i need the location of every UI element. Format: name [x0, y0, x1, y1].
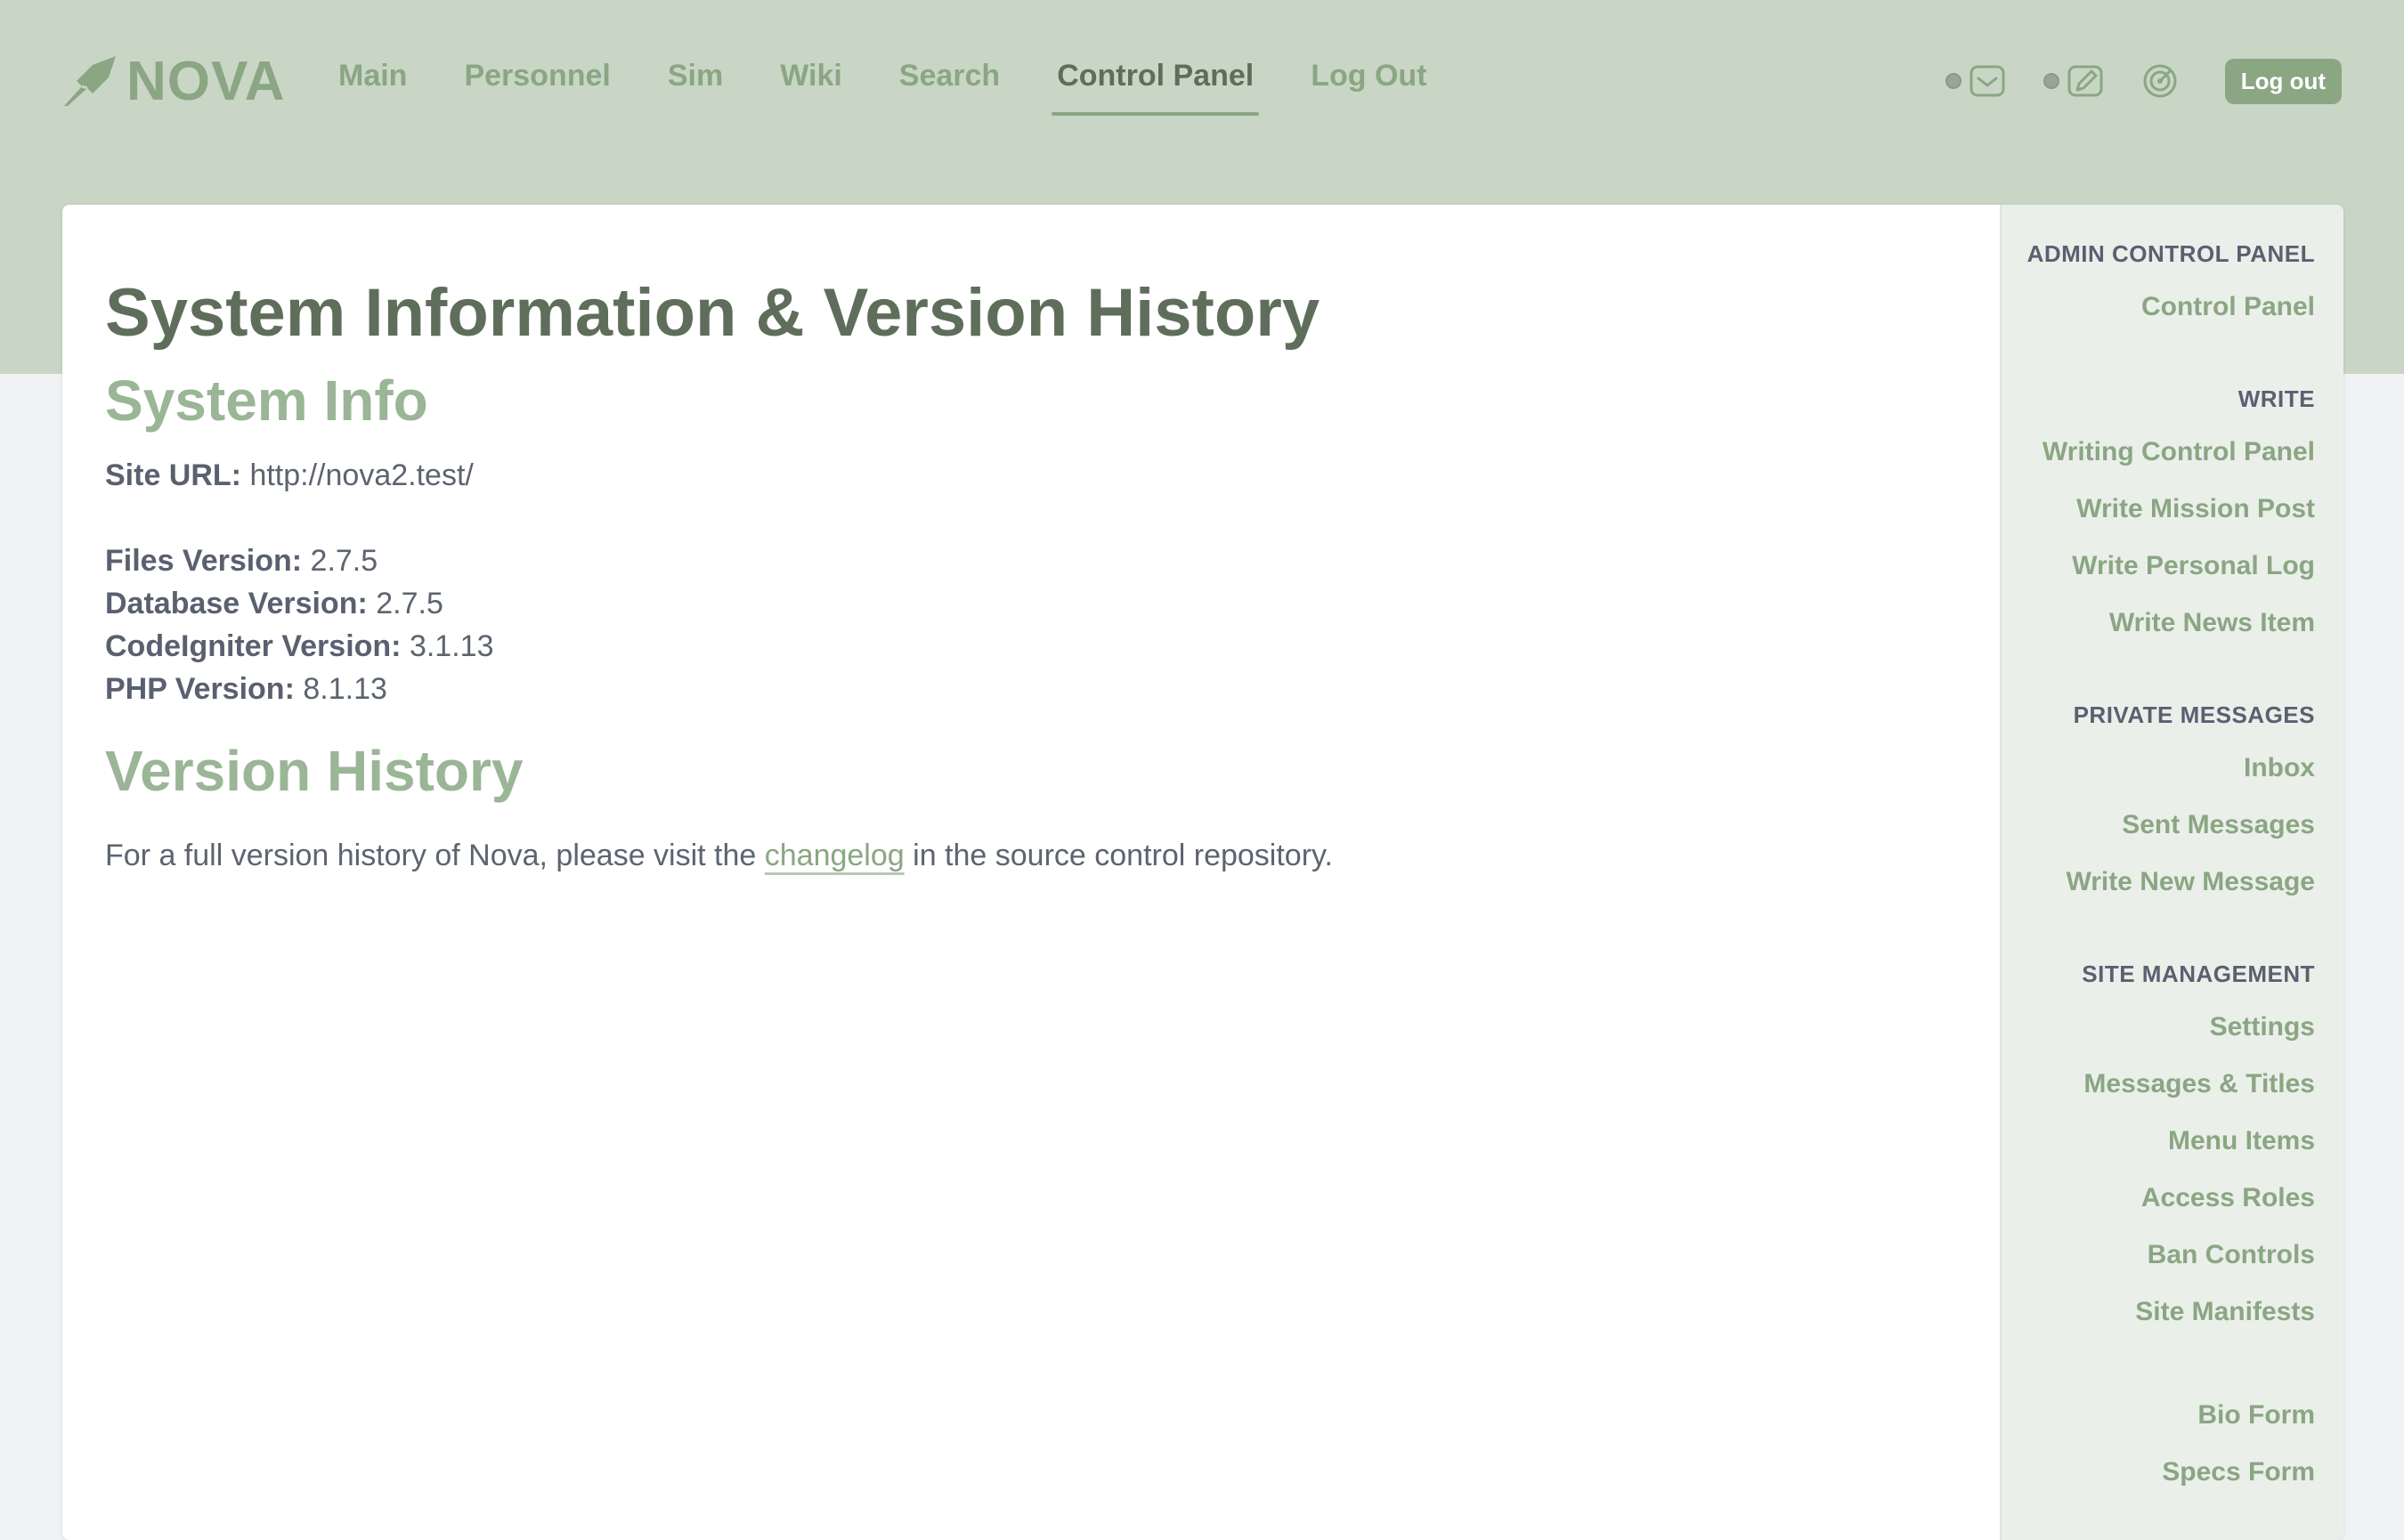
sidebar-group-write: WRITE Writing Control Panel Write Missio… [2002, 385, 2315, 641]
sidebar-heading-private-messages: PRIVATE MESSAGES [2073, 701, 2315, 728]
admin-sidebar: ADMIN CONTROL PANEL Control Panel WRITE … [2000, 205, 2343, 1540]
sidebar-group-admin: ADMIN CONTROL PANEL Control Panel [2002, 240, 2315, 325]
files-version-value: 2.7.5 [310, 544, 378, 579]
sidebar-item-settings[interactable]: Settings [2002, 1009, 2315, 1045]
sidebar-item-ban-controls[interactable]: Ban Controls [2002, 1237, 2315, 1273]
sidebar-item-bio-form[interactable]: Bio Form [2002, 1398, 2315, 1433]
logout-button[interactable]: Log out [2224, 58, 2342, 104]
write-icon[interactable] [2067, 62, 2104, 100]
site-url-row: Site URL: http://nova2.test/ [105, 454, 1955, 497]
version-history-text-after: in the source control repository. [904, 839, 1333, 873]
main-nav: Main Personnel Sim Wiki Search Control P… [338, 52, 1484, 118]
codeigniter-version-label: CodeIgniter Version: [105, 629, 402, 664]
inbox-icon[interactable] [1969, 62, 2006, 100]
sidebar-item-specs-form[interactable]: Specs Form [2002, 1455, 2315, 1490]
sidebar-heading-write: WRITE [2238, 385, 2315, 412]
sidebar-group-private-messages: PRIVATE MESSAGES Inbox Sent Messages Wri… [2002, 701, 2315, 900]
database-version-label: Database Version: [105, 587, 368, 621]
inbox-status-dot [1945, 73, 1961, 89]
sidebar-item-write-news-item[interactable]: Write News Item [2002, 605, 2315, 641]
site-url-value: http://nova2.test/ [249, 458, 474, 493]
user-tools: Log out [1945, 58, 2342, 104]
nav-search[interactable]: Search [899, 52, 1000, 105]
radar-icon[interactable] [2141, 62, 2179, 100]
main-card: System Information & Version History Sys… [62, 205, 2343, 1540]
php-version-label: PHP Version: [105, 672, 295, 707]
page-title: System Information & Version History [105, 275, 1320, 351]
sidebar-item-inbox[interactable]: Inbox [2002, 750, 2315, 786]
system-info-heading: System Info [105, 368, 428, 433]
files-version-label: Files Version: [105, 544, 303, 579]
version-history-text: For a full version history of Nova, plea… [105, 834, 1955, 877]
codeigniter-version-row: CodeIgniter Version: 3.1.13 [105, 625, 1955, 668]
sidebar-item-menu-items[interactable]: Menu Items [2002, 1123, 2315, 1159]
nav-wiki[interactable]: Wiki [780, 52, 842, 105]
codeigniter-version-value: 3.1.13 [409, 629, 494, 664]
changelog-link[interactable]: changelog [765, 839, 905, 872]
sidebar-heading-site-management: SITE MANAGEMENT [2082, 960, 2315, 987]
sidebar-item-messages-titles[interactable]: Messages & Titles [2002, 1066, 2315, 1102]
sidebar-item-write-mission-post[interactable]: Write Mission Post [2002, 491, 2315, 527]
sidebar-heading-admin: ADMIN CONTROL PANEL [2026, 240, 2315, 267]
sidebar-item-site-manifests[interactable]: Site Manifests [2002, 1294, 2315, 1330]
nav-log-out[interactable]: Log Out [1311, 52, 1426, 105]
sidebar-item-sent-messages[interactable]: Sent Messages [2002, 807, 2315, 843]
nova-logo-icon [64, 56, 116, 106]
database-version-row: Database Version: 2.7.5 [105, 582, 1955, 625]
nav-control-panel[interactable]: Control Panel [1052, 52, 1260, 116]
version-history-heading: Version History [105, 739, 524, 804]
write-status-dot [2043, 73, 2059, 89]
sidebar-item-writing-control-panel[interactable]: Writing Control Panel [2002, 434, 2315, 470]
nova-logo[interactable]: NOVA [61, 50, 286, 112]
main-content: System Information & Version History Sys… [62, 205, 1998, 1540]
nav-sim[interactable]: Sim [668, 52, 723, 105]
site-url-label: Site URL: [105, 458, 241, 493]
sidebar-group-site-management: SITE MANAGEMENT Settings Messages & Titl… [2002, 960, 2315, 1330]
sidebar-item-write-personal-log[interactable]: Write Personal Log [2002, 548, 2315, 584]
brand-name: NOVA [126, 50, 286, 112]
php-version-value: 8.1.13 [303, 672, 387, 707]
files-version-row: Files Version: 2.7.5 [105, 539, 1955, 582]
database-version-value: 2.7.5 [376, 587, 443, 621]
top-navigation-bar: NOVA Main Personnel Sim Wiki Search Cont… [0, 0, 2404, 160]
sidebar-item-control-panel[interactable]: Control Panel [2002, 289, 2315, 325]
nav-main[interactable]: Main [338, 52, 407, 105]
sidebar-item-write-new-message[interactable]: Write New Message [2002, 864, 2315, 900]
version-history-text-before: For a full version history of Nova, plea… [105, 839, 765, 873]
php-version-row: PHP Version: 8.1.13 [105, 668, 1955, 710]
nav-personnel[interactable]: Personnel [464, 52, 610, 105]
sidebar-item-access-roles[interactable]: Access Roles [2002, 1180, 2315, 1216]
